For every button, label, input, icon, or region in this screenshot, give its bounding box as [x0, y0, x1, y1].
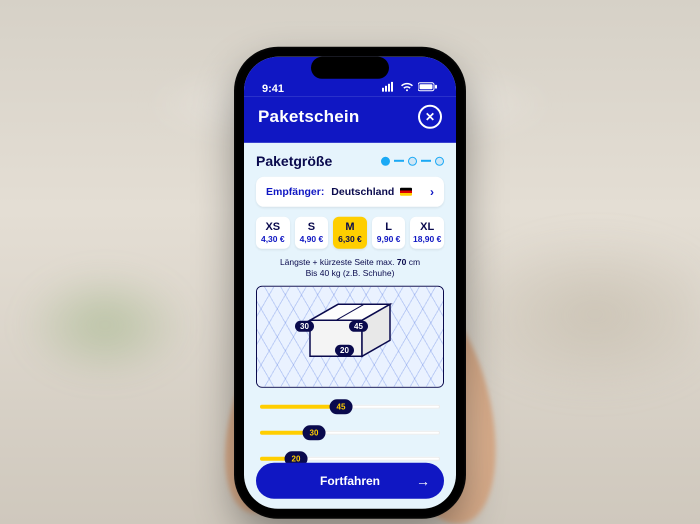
- dim-label-a: 30: [295, 321, 314, 332]
- dimension-sliders: 45 30 20: [256, 398, 444, 472]
- size-option-s[interactable]: S 4,90 €: [295, 217, 329, 249]
- close-icon: ✕: [425, 110, 435, 124]
- recipient-selector[interactable]: Empfänger: Deutschland ›: [256, 177, 444, 207]
- step-dot: [435, 156, 444, 165]
- size-option-xl[interactable]: XL 18,90 €: [410, 217, 444, 249]
- package-visualizer: 30 45 20: [256, 286, 444, 388]
- slider-height[interactable]: 20: [260, 452, 440, 466]
- section-header: Paketgröße: [256, 153, 444, 169]
- dynamic-island: [311, 57, 389, 79]
- hand-illustration: 9:41 Paketschein: [180, 23, 520, 524]
- signal-icon: [382, 82, 396, 95]
- content-area: Paketgröße Empfänger: Deutschland: [244, 143, 456, 509]
- app-header: Paketschein ✕: [244, 97, 456, 143]
- app-screen: 9:41 Paketschein: [244, 57, 456, 509]
- slider-thumb[interactable]: 30: [303, 425, 326, 440]
- page-title: Paketschein: [258, 107, 359, 127]
- size-option-xs[interactable]: XS 4,30 €: [256, 217, 290, 249]
- recipient-label: Empfänger:: [266, 186, 324, 198]
- wifi-icon: [400, 82, 414, 95]
- dim-label-c: 20: [335, 345, 354, 356]
- step-dot: [381, 156, 390, 165]
- section-title: Paketgröße: [256, 153, 332, 169]
- slider-thumb[interactable]: 45: [330, 399, 353, 414]
- continue-button[interactable]: Fortfahren →: [256, 463, 444, 499]
- size-hint: Längste + kürzeste Seite max. 70 cm Bis …: [256, 257, 444, 280]
- package-3d-icon: [290, 292, 410, 377]
- size-option-m[interactable]: M 6,30 €: [333, 217, 367, 249]
- slider-width[interactable]: 30: [260, 426, 440, 440]
- scene-background: 9:41 Paketschein: [0, 0, 700, 524]
- battery-icon: [418, 82, 438, 95]
- phone-frame: 9:41 Paketschein: [234, 47, 466, 519]
- status-bar: 9:41: [244, 57, 456, 97]
- arrow-right-icon: →: [416, 473, 430, 489]
- flag-germany-icon: [400, 188, 412, 196]
- chevron-right-icon: ›: [430, 185, 434, 199]
- size-picker: XS 4,30 € S 4,90 € M 6,30 € L: [256, 217, 444, 249]
- recipient-value: Deutschland: [331, 186, 394, 198]
- close-button[interactable]: ✕: [418, 105, 442, 129]
- size-option-l[interactable]: L 9,90 €: [372, 217, 406, 249]
- step-indicator: [381, 156, 444, 165]
- slider-length[interactable]: 45: [260, 400, 440, 414]
- step-dot: [408, 156, 417, 165]
- status-time: 9:41: [262, 83, 284, 95]
- continue-label: Fortfahren: [320, 474, 380, 488]
- slider-thumb[interactable]: 20: [285, 451, 308, 466]
- dim-label-b: 45: [349, 321, 368, 332]
